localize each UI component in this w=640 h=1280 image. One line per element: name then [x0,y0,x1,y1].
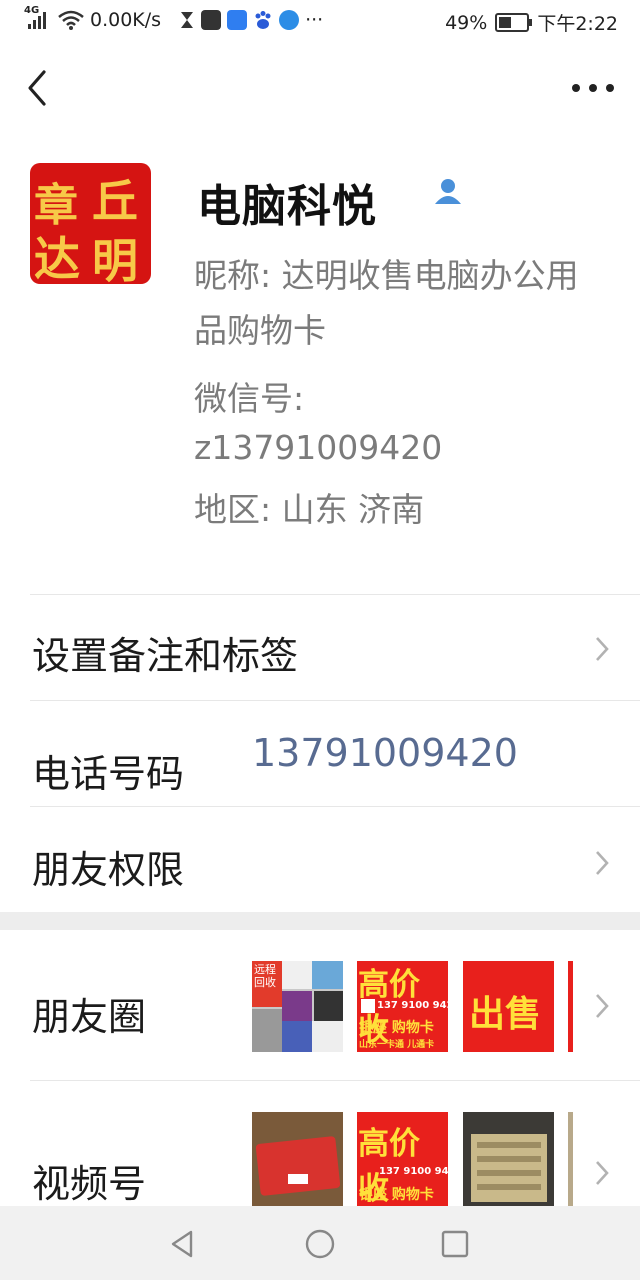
channels-photo-1[interactable] [252,1112,343,1206]
channels-label: 视频号 [32,1162,147,1206]
friend-permissions-row[interactable]: 朋友权限 [30,806,640,911]
back-button[interactable] [22,66,62,110]
nickname-text: 昵称: 达明收售电脑办公用品购物卡 [194,256,579,350]
contact-person-icon [435,179,461,204]
channels-photo-2[interactable]: 高价收 137 9100 9420 银座 购物卡 [357,1112,448,1206]
back-arrow-icon [28,70,46,106]
chevron-right-icon [596,637,609,661]
hourglass-icon [181,12,194,28]
system-nav-bar [0,1206,640,1280]
remark-tags-label: 设置备注和标签 [32,634,299,678]
network-speed: 0.00K/s [90,9,162,31]
signal-icon: 4G [24,5,52,31]
moments-photo-3[interactable]: 出售 [463,961,554,1052]
phone-row[interactable]: 电话号码 13791009420 [30,700,640,805]
moments-photo-4-partial[interactable] [568,961,573,1052]
browser-app-icon [227,10,248,30]
contact-name: 电脑科悦 [197,181,377,232]
avatar[interactable]: 章 丘 达 明 [30,163,151,284]
phone-label: 电话号码 [32,752,185,796]
more-dots-icon [572,84,614,92]
top-nav [0,56,640,120]
moments-photo-2[interactable]: 高价收 137 9100 9420 银座 购物卡 山东一卡通 儿通卡 [357,961,448,1052]
nav-recents-icon[interactable] [439,1228,471,1260]
wechat-id-label: 微信号: [194,379,305,418]
wifi-icon [58,10,84,30]
phone-number-link[interactable]: 13791009420 [252,731,518,775]
moments-label: 朋友圈 [32,995,147,1039]
ball-app-icon [279,10,300,30]
chevron-right-icon [596,994,609,1018]
section-divider [0,912,640,930]
message-app-icon [201,10,222,30]
friend-permissions-label: 朋友权限 [32,848,185,892]
wechat-id-value[interactable]: z13791009420 [194,420,442,475]
battery-icon [495,13,533,32]
chevron-right-icon [596,1161,609,1185]
nav-back-icon[interactable] [167,1228,199,1260]
channels-photo-4-partial[interactable] [568,1112,573,1206]
battery-percent: 49% [445,11,488,34]
status-bar: 4G 0.00K/s ··· 49% 下午2:22 [0,0,640,44]
nav-home-icon[interactable] [304,1228,336,1260]
moments-photo-1[interactable]: 远程回收 [252,961,343,1052]
baidu-paw-icon [255,11,271,29]
region-text: 地区: 山东 济南 [194,490,425,529]
chevron-right-icon [596,851,609,875]
more-notifications-icon: ··· [305,9,324,31]
channels-photo-3[interactable] [463,1112,554,1206]
clock-time: 下午2:22 [537,13,618,35]
remark-tags-row[interactable]: 设置备注和标签 [30,594,640,699]
more-options-button[interactable] [568,68,618,108]
